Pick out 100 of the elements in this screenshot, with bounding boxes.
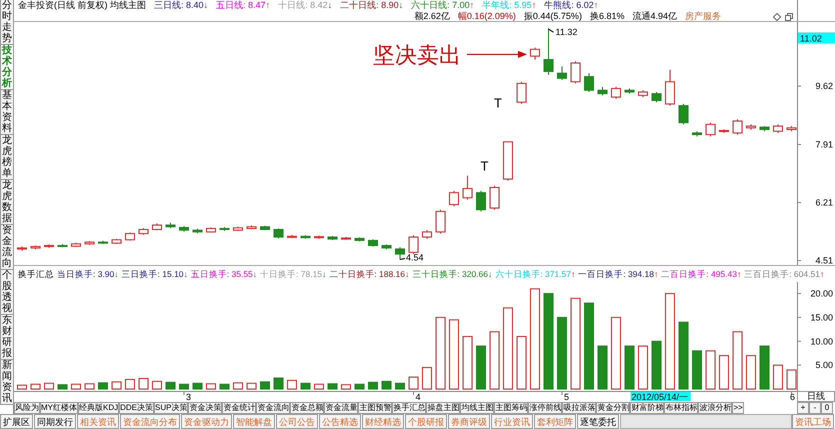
restore-icon[interactable] [785,12,793,20]
side-tab[interactable]: 技术分析 [0,45,14,90]
axis-label: 6.21 [815,198,833,208]
zoom-button[interactable]: - [809,402,821,414]
axis-label: 7.91 [815,140,833,150]
candlestick [314,235,324,240]
indicator-tab[interactable]: >> [732,402,744,414]
indicator-tab[interactable]: 财富阶梯 [630,402,664,414]
indicator-value: 二百日换手: 495.43 [661,268,737,282]
volume-bar [112,382,122,390]
volume-bar [30,384,40,390]
zoom-button[interactable]: + [797,402,809,414]
indicator-tab[interactable]: 波浪分析 [698,402,732,414]
trend-arrow: ↑ [736,268,742,282]
volume-bar [678,322,688,390]
candlestick [611,86,621,100]
indicator-tab[interactable]: DDE决策 [119,402,154,414]
axis-label: 3 [186,392,192,401]
indicator-tab[interactable]: 资金流量 [324,402,358,414]
candlestick [530,47,540,60]
trend-arrow: ↑ [532,0,536,11]
volume-bar [300,383,310,390]
info-tab[interactable]: 扩展区 [0,414,33,429]
candlestick [786,126,796,132]
indicator-tab[interactable]: 资金流向 [256,402,290,414]
indicator-tab[interactable]: 主图预警 [358,402,392,414]
indicator-tab[interactable]: 布林指标 [664,402,698,414]
candlestick [17,246,27,252]
volume-bar [462,336,472,390]
volume-bar [328,384,338,390]
indicator-tab[interactable]: 资金总额 [290,402,324,414]
volume-bar [598,346,608,390]
indicator-value: 十日换手: 78.15 [260,268,322,282]
indicator-tab[interactable]: 黄金分割 [596,402,630,414]
indicator-tab[interactable]: 涨停前线 [528,402,562,414]
candlestick [476,190,486,212]
side-tab[interactable]: 基本资料 [0,90,14,135]
side-tab[interactable]: 龙虎数据 [0,180,14,225]
candlestick [570,60,580,84]
volume-bar [786,370,796,390]
volume-bar [719,355,729,390]
volume-bar [395,383,405,390]
candlestick [395,246,405,260]
candlestick [544,28,554,76]
trend-arrow: ↑ [266,0,270,11]
indicator-tab[interactable]: 资金统计 [222,402,256,414]
volume-bar [206,384,216,390]
axis-label: 15.00 [810,312,833,323]
side-tab[interactable]: 分时走势 [0,0,14,45]
diamond-icon[interactable] [773,12,781,20]
volume-bar [314,384,324,390]
date-cursor-label: 2012/05/14/一 [630,392,690,401]
candlestick [462,175,472,200]
quote-value: 幅0.16(2.09%) [458,11,516,22]
indicator-tab[interactable]: 操盘主图 [426,402,460,414]
candlestick [152,222,162,231]
indicator-value: 三日线: 8.40 [154,0,204,11]
trend-arrow: ↑ [654,268,658,282]
volume-bar [287,380,297,390]
low-price-label: 4.54 [406,252,424,263]
candlestick [206,226,216,234]
trend-arrow: ↑ [594,0,598,11]
candlestick [138,228,148,236]
side-tab[interactable]: 龙虎榜单 [0,135,14,180]
quote-value: 房产服务 [685,11,721,22]
zoom-button[interactable]: 0 [821,402,833,414]
volume-bar [179,384,189,390]
info-tab[interactable]: 逐笔委托 [577,414,619,429]
candlestick [354,236,364,242]
trend-arrow: ↓ [184,268,188,282]
indicator-tab[interactable]: 资金决策 [188,402,222,414]
side-tab[interactable]: 东财研报 [0,315,14,360]
indicator-value: 二十日线: 8.90 [340,0,399,11]
candlestick [287,234,297,239]
indicator-value: 当日换手: 3.90 [57,268,114,282]
indicator-title: 换手汇总 [18,268,54,282]
side-tab[interactable]: 资金流向 [0,225,14,270]
indicator-tab[interactable]: 均线主图 [460,402,494,414]
high-price-label: 11.32 [556,27,578,38]
period-label[interactable]: 日线 [797,391,835,402]
indicator-value: 五日换手: 35.55 [190,268,253,282]
volume-bar [476,346,486,390]
signal-mark: T [494,95,502,110]
indicator-tab[interactable]: 换手汇总 [392,402,426,414]
volume-bar [98,382,108,390]
indicator-tab[interactable]: SUP决策 [154,402,188,414]
indicator-tab[interactable]: 经典版KDJ [78,402,120,414]
indicator-tab[interactable]: 风险为 [14,402,40,414]
indicator-value: 半年线: 5.95 [482,0,532,11]
candlestick [665,69,675,106]
indicator-value: 五日线: 8.47 [216,0,266,11]
candlestick [246,224,256,230]
info-tab[interactable]: 同期发行 [34,414,76,429]
side-tab[interactable]: 新闻资讯 [0,360,14,405]
indicator-tab[interactable]: 主图筹码 [494,402,528,414]
axis-label: 20.00 [810,288,833,299]
volume-bar [408,376,418,390]
indicator-tab[interactable]: 吸拉派落 [562,402,596,414]
indicator-tab[interactable]: MY红楼体 [40,402,78,414]
side-tab[interactable]: 个股透视 [0,270,14,315]
